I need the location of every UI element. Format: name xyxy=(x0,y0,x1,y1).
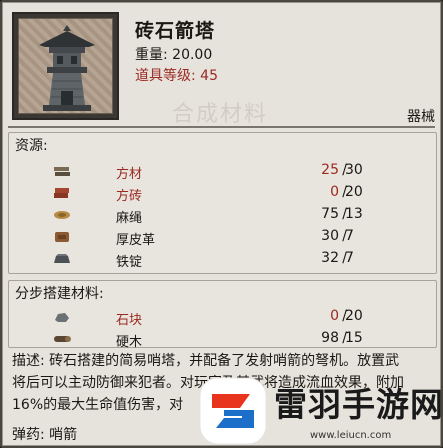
rope-icon xyxy=(54,211,70,219)
description-line: 描述: 砖石搭建的简易哨塔，并配备了发射哨箭的弩机。放置武 xyxy=(12,353,400,369)
watermark-url: www.leiucn.com xyxy=(310,430,392,441)
resource-name: 麻绳 xyxy=(116,211,143,226)
resource-need: 30 xyxy=(345,162,363,178)
resource-name: 方材 xyxy=(116,167,143,182)
resource-name: 方砖 xyxy=(116,189,143,204)
material-need: 20 xyxy=(345,308,363,324)
hardwood-icon xyxy=(54,336,71,342)
watermark-text: 雷羽手游网 xyxy=(274,385,443,424)
resource-have: 32 xyxy=(321,250,339,266)
resource-row: 方砖 0 / 20 xyxy=(9,183,436,205)
ingot-icon xyxy=(54,254,70,263)
material-name: 石块 xyxy=(116,313,143,328)
resource-name: 铁锭 xyxy=(116,255,143,270)
resource-row: 铁锭 32 / 7 xyxy=(9,249,436,271)
resource-need: 20 xyxy=(345,184,363,200)
item-icon-frame xyxy=(12,12,119,120)
ammo-label: 弹药: 哨箭 xyxy=(12,427,78,443)
header-divider xyxy=(8,126,435,128)
brick-icon xyxy=(54,188,69,198)
resource-row: 麻绳 75 / 13 xyxy=(9,205,436,227)
resource-need: 7 xyxy=(345,228,354,244)
material-have: 98 xyxy=(321,330,339,346)
resource-name: 厚皮革 xyxy=(116,233,156,248)
stone-icon xyxy=(55,313,69,322)
leather-icon xyxy=(55,232,69,242)
material-row: 石块 0 / 20 xyxy=(9,307,436,329)
stage-materials-section: 分步搭建材料: 石块 0 / 20 硬木 98 / 15 xyxy=(8,280,437,351)
item-level: 道具等级: 45 xyxy=(135,68,218,84)
resource-need: 7 xyxy=(345,250,354,266)
material-have: 0 xyxy=(330,308,339,324)
tooltip-header: 砖石箭塔 重量: 20.00 道具等级: 45 合成材料 器械 xyxy=(2,2,441,127)
resource-have: 30 xyxy=(321,228,339,244)
watermark-logo-icon xyxy=(199,377,267,445)
material-row: 硬木 98 / 15 xyxy=(9,329,436,351)
item-name: 砖石箭塔 xyxy=(135,20,216,42)
resource-need: 13 xyxy=(345,206,363,222)
item-weight: 重量: 20.00 xyxy=(135,47,213,63)
item-category: 器械 xyxy=(407,109,435,125)
planks-icon xyxy=(54,167,70,176)
ghost-background-text: 合成材料 xyxy=(172,102,269,127)
tower-icon xyxy=(18,18,113,114)
material-need: 15 xyxy=(345,330,363,346)
stage-materials-title: 分步搭建材料: xyxy=(15,286,104,302)
site-watermark: 雷羽手游网 www.leiucn.com xyxy=(198,374,443,446)
resource-have: 25 xyxy=(321,162,339,178)
item-tooltip: 砖石箭塔 重量: 20.00 道具等级: 45 合成材料 器械 资源: 方材 2… xyxy=(0,0,443,448)
resource-have: 0 xyxy=(330,184,339,200)
resources-title: 资源: xyxy=(15,138,48,154)
resource-row: 方材 25 / 30 xyxy=(9,161,436,183)
resource-have: 75 xyxy=(321,206,339,222)
material-name: 硬木 xyxy=(116,335,143,350)
resource-row: 厚皮革 30 / 7 xyxy=(9,227,436,249)
resources-section: 资源: 方材 25 / 30 方砖 0 / 20 麻绳 75 / 13 厚皮革 … xyxy=(8,132,437,274)
